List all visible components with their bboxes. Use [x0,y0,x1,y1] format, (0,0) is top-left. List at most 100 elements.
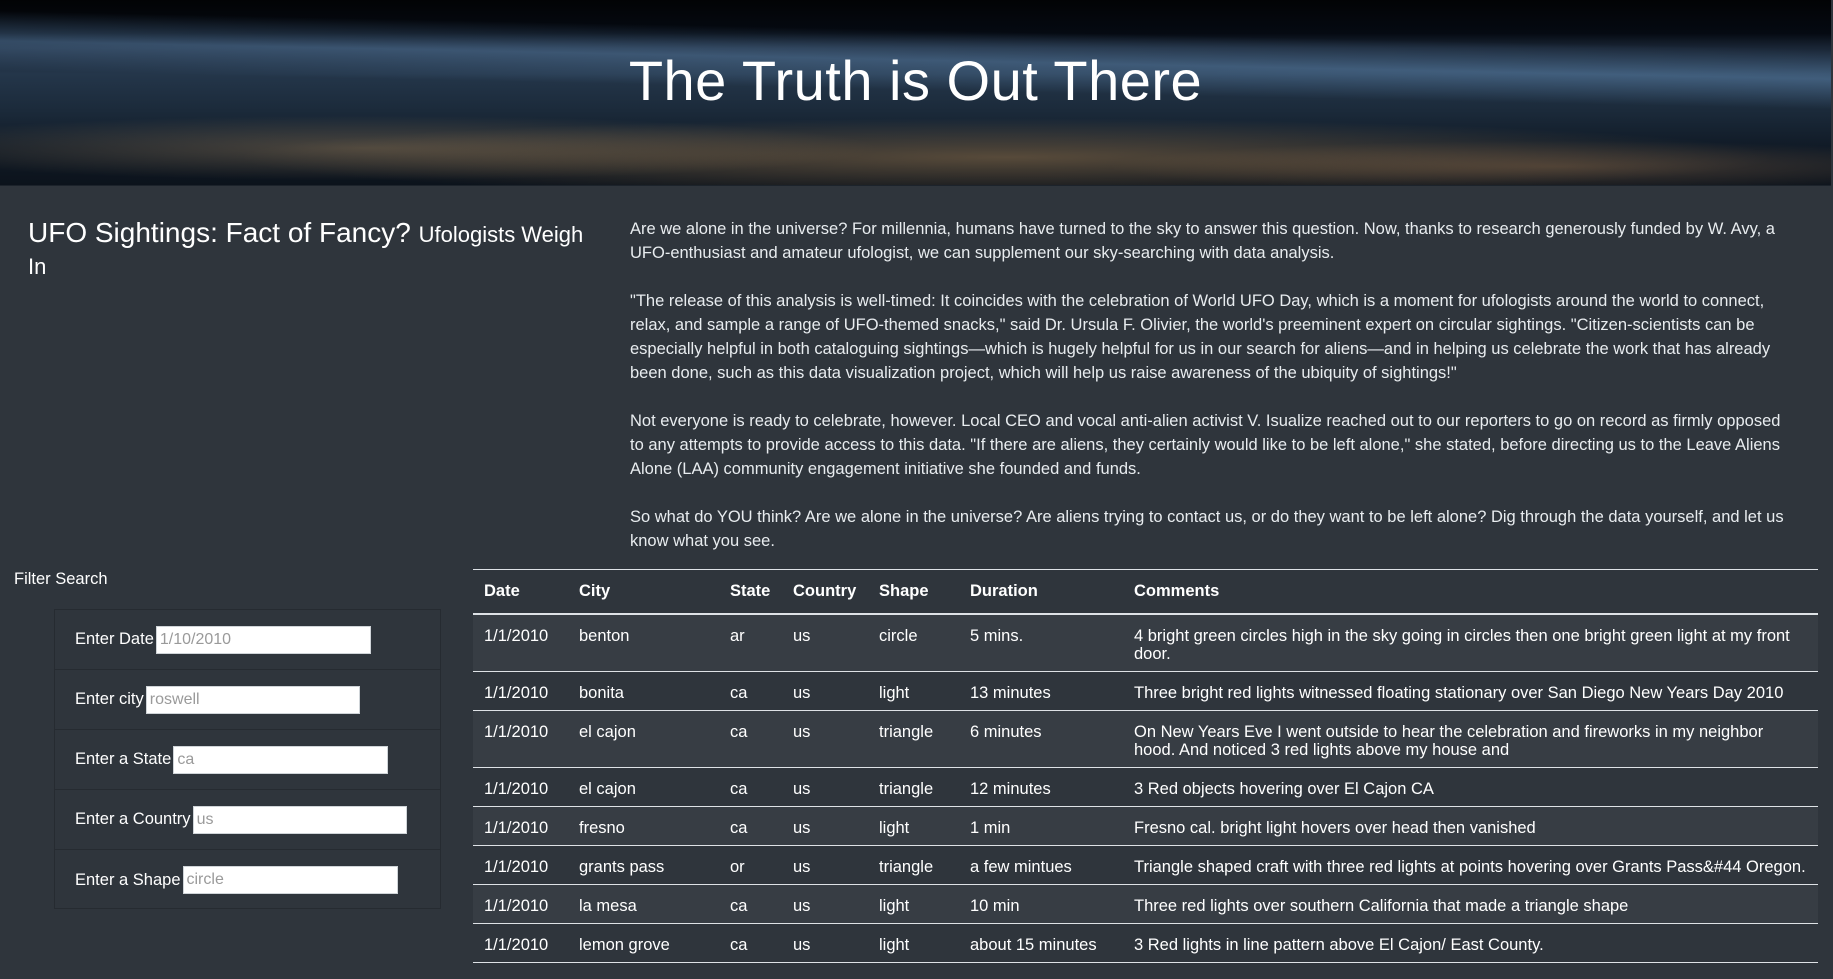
cell-state: ar [719,614,782,672]
city-label: Enter city [75,690,144,708]
column-header-date: Date [473,569,568,615]
cell-date: 1/1/2010 [473,710,568,768]
cell-duration: a few mintues [959,845,1123,885]
cell-duration: 6 minutes [959,710,1123,768]
filter-row-date: Enter Date [55,610,440,670]
table-header-row: Date City State Country Shape Duration C… [473,569,1818,615]
column-header-comments: Comments [1123,569,1818,615]
sightings-table-container: Date City State Country Shape Duration C… [473,569,1818,963]
table-row: 1/1/2010 benton ar us circle 5 mins. 4 b… [473,614,1818,672]
filter-panel: Enter Date Enter city Enter a State Ente… [54,609,441,909]
shape-label: Enter a Shape [75,870,181,889]
state-label: Enter a State [75,750,172,768]
cell-city: benton [568,614,719,672]
article-title: UFO Sightings: Fact of Fancy? Ufologists… [28,218,598,282]
filter-row-city: Enter city [55,670,440,730]
cell-country: us [782,923,868,963]
page-title: The Truth is Out There [628,49,1203,112]
cell-shape: triangle [868,767,959,807]
cell-shape: light [868,923,959,963]
cell-date: 1/1/2010 [473,767,568,807]
article-title-main: UFO Sightings: Fact of Fancy? [28,217,411,248]
article-paragraph: "The release of this analysis is well-ti… [630,292,1771,382]
table-row: 1/1/2010 fresno ca us light 1 min Fresno… [473,806,1818,846]
cell-shape: triangle [868,845,959,885]
date-label: Enter Date [75,630,154,648]
cell-date: 1/1/2010 [473,671,568,711]
country-input[interactable] [192,805,407,834]
cell-city: la mesa [568,884,719,924]
cell-duration: 10 min [959,884,1123,924]
cell-date: 1/1/2010 [473,884,568,924]
date-input[interactable] [155,625,371,654]
cell-city: fresno [568,806,719,846]
sightings-table: Date City State Country Shape Duration C… [473,569,1818,963]
cell-duration: about 15 minutes [959,923,1123,963]
table-row: 1/1/2010 bonita ca us light 13 minutes T… [473,671,1818,711]
cell-duration: 1 min [959,806,1123,846]
filter-row-shape: Enter a Shape [55,850,440,910]
cell-city: grants pass [568,845,719,885]
column-header-city: City [568,569,719,615]
cell-comments: On New Years Eve I went outside to hear … [1123,710,1818,768]
cell-state: or [719,845,782,885]
cell-shape: light [868,806,959,846]
table-row: 1/1/2010 lemon grove ca us light about 1… [473,923,1818,963]
table-row: 1/1/2010 el cajon ca us triangle 12 minu… [473,767,1818,807]
cell-country: us [782,710,868,768]
cell-comments: 4 bright green circles high in the sky g… [1123,614,1818,672]
cell-duration: 5 mins. [959,614,1123,672]
cell-shape: light [868,884,959,924]
cell-duration: 12 minutes [959,767,1123,807]
cell-date: 1/1/2010 [473,806,568,846]
cell-city: el cajon [568,767,719,807]
cell-comments: Three bright red lights witnessed floati… [1123,671,1818,711]
cell-comments: 3 Red objects hovering over El Cajon CA [1123,767,1818,807]
cell-shape: light [868,671,959,711]
state-input[interactable] [173,745,389,774]
cell-date: 1/1/2010 [473,845,568,885]
table-row: 1/1/2010 el cajon ca us triangle 6 minut… [473,710,1818,768]
cell-state: ca [719,923,782,963]
cell-comments: Three red lights over southern Californi… [1123,884,1818,924]
cell-date: 1/1/2010 [473,614,568,672]
cell-comments: 3 Red lights in line pattern above El Ca… [1123,923,1818,963]
cell-city: lemon grove [568,923,719,963]
cell-duration: 13 minutes [959,671,1123,711]
column-header-state: State [719,569,782,615]
cell-country: us [782,884,868,924]
cell-city: bonita [568,671,719,711]
filter-search-heading: Filter Search [14,570,108,588]
article-paragraph: Are we alone in the universe? For millen… [630,220,1775,262]
cell-comments: Triangle shaped craft with three red lig… [1123,845,1818,885]
table-row: 1/1/2010 la mesa ca us light 10 min Thre… [473,884,1818,924]
filter-row-country: Enter a Country [55,790,440,850]
cell-date: 1/1/2010 [473,923,568,963]
cell-state: ca [719,806,782,846]
cell-comments: Fresno cal. bright light hovers over hea… [1123,806,1818,846]
cell-city: el cajon [568,710,719,768]
filter-row-state: Enter a State [55,730,440,790]
country-label: Enter a Country [75,810,191,828]
cell-shape: circle [868,614,959,672]
header-banner: The Truth is Out There [0,0,1831,186]
cell-state: ca [719,767,782,807]
cell-country: us [782,767,868,807]
cell-country: us [782,845,868,885]
cell-shape: triangle [868,710,959,768]
city-input[interactable] [145,685,360,714]
cell-state: ca [719,671,782,711]
cell-country: us [782,614,868,672]
table-row: 1/1/2010 grants pass or us triangle a fe… [473,845,1818,885]
article-paragraph: So what do YOU think? Are we alone in th… [630,508,1784,550]
article-body: Are we alone in the universe? For millen… [630,217,1795,577]
cell-state: ca [719,710,782,768]
cell-state: ca [719,884,782,924]
column-header-shape: Shape [868,569,959,615]
article-paragraph: Not everyone is ready to celebrate, howe… [630,412,1781,478]
cell-country: us [782,806,868,846]
cell-country: us [782,671,868,711]
shape-input[interactable] [182,866,398,894]
column-header-duration: Duration [959,569,1123,615]
column-header-country: Country [782,569,868,615]
